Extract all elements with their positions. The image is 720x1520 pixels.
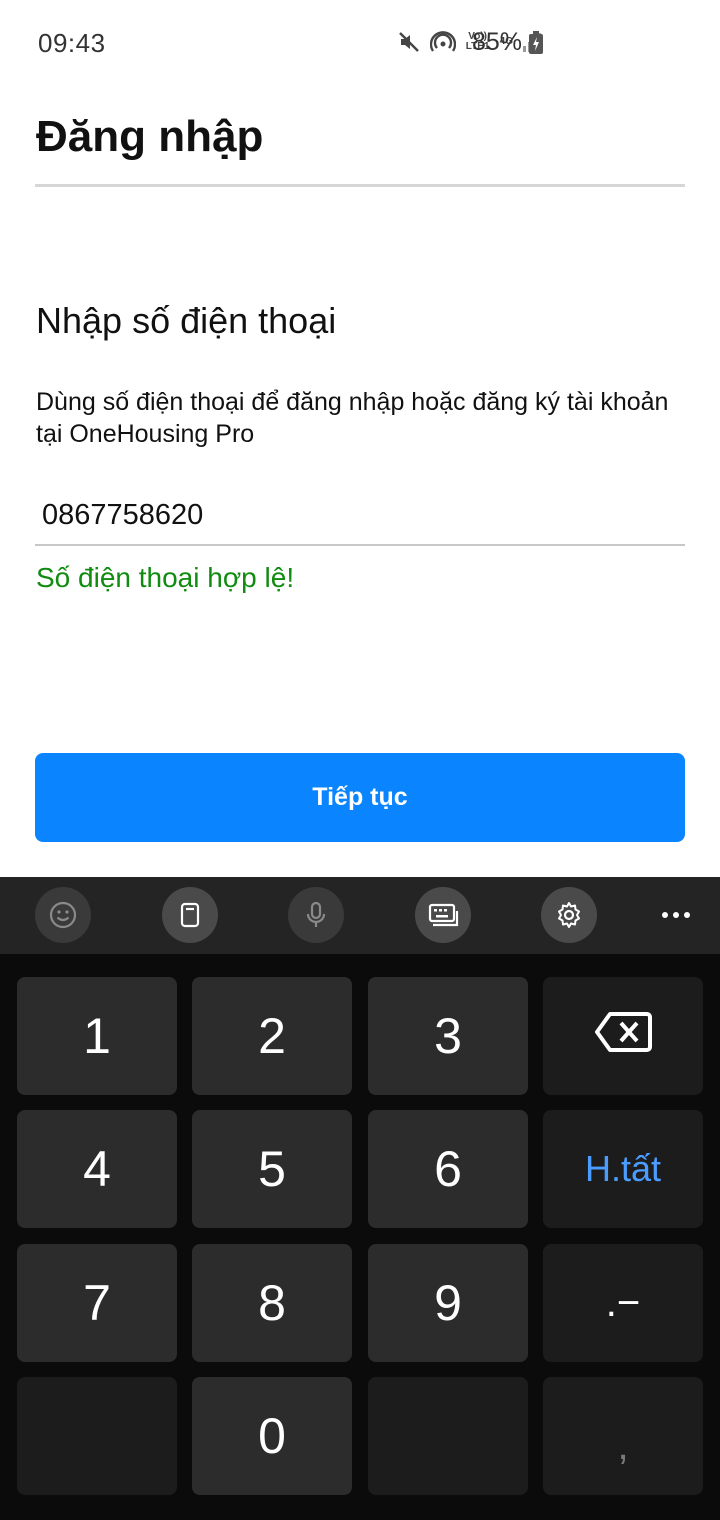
key-5[interactable]: 5 xyxy=(192,1110,352,1228)
empty-key-middle xyxy=(368,1377,528,1495)
status-bar: 09:43 Vo)) LTE1 4G 85% xyxy=(0,0,720,86)
phone-input[interactable] xyxy=(35,486,685,546)
dot-dash-key[interactable]: .− xyxy=(543,1244,703,1362)
key-7[interactable]: 7 xyxy=(17,1244,177,1362)
key-4[interactable]: 4 xyxy=(17,1110,177,1228)
hotspot-icon xyxy=(429,30,456,54)
key-6[interactable]: 6 xyxy=(368,1110,528,1228)
battery-level: 85% xyxy=(471,28,522,56)
numeric-keyboard: 1 2 3 4 5 6 H.tất 7 8 9 .− 0 , xyxy=(0,877,720,1520)
keyboard-icon[interactable] xyxy=(415,887,471,943)
backspace-key[interactable] xyxy=(543,977,703,1095)
status-time: 09:43 xyxy=(38,28,106,58)
key-9[interactable]: 9 xyxy=(368,1244,528,1362)
emoji-icon[interactable] xyxy=(35,887,91,943)
section-heading: Nhập số điện thoại xyxy=(36,300,337,341)
more-icon[interactable] xyxy=(648,887,704,943)
key-3[interactable]: 3 xyxy=(368,977,528,1095)
key-2[interactable]: 2 xyxy=(192,977,352,1095)
clipboard-icon[interactable] xyxy=(162,887,218,943)
page-title: Đăng nhập xyxy=(36,112,264,161)
key-0[interactable]: 0 xyxy=(192,1377,352,1495)
backspace-icon xyxy=(594,1007,652,1065)
section-description: Dùng số điện thoại để đăng nhập hoặc đăn… xyxy=(36,388,669,448)
empty-key-left xyxy=(17,1377,177,1495)
continue-button[interactable]: Tiếp tục xyxy=(35,753,685,842)
comma-key[interactable]: , xyxy=(543,1377,703,1495)
title-divider xyxy=(35,184,685,187)
mute-icon xyxy=(397,30,421,54)
settings-icon[interactable] xyxy=(541,887,597,943)
done-key[interactable]: H.tất xyxy=(543,1110,703,1228)
microphone-icon[interactable] xyxy=(288,887,344,943)
battery-icon xyxy=(528,31,544,60)
key-1[interactable]: 1 xyxy=(17,977,177,1095)
validation-message: Số điện thoại hợp lệ! xyxy=(36,562,295,593)
key-8[interactable]: 8 xyxy=(192,1244,352,1362)
keyboard-toolbar xyxy=(0,877,720,954)
